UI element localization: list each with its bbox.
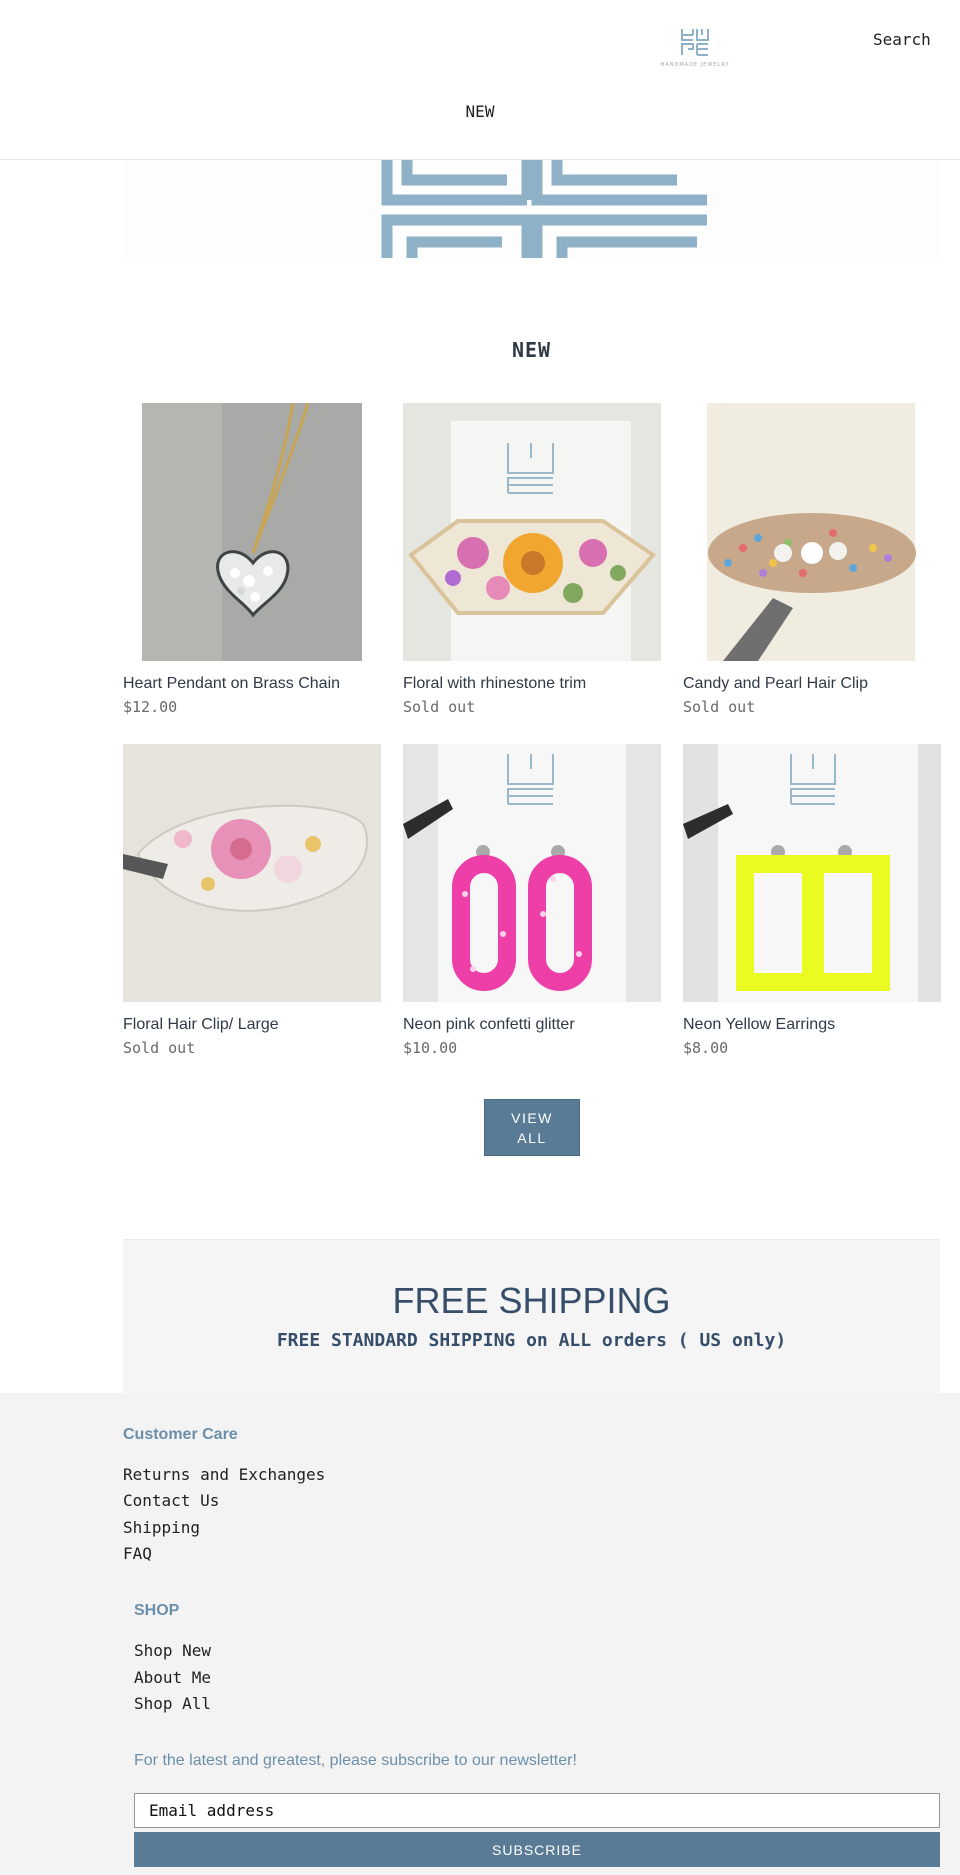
product-card[interactable]: Floral with rhinestone trim Sold out xyxy=(403,403,661,716)
footer-link-about-me[interactable]: About Me xyxy=(134,1668,211,1687)
product-image xyxy=(683,403,941,661)
free-shipping-banner: FREE SHIPPING FREE STANDARD SHIPPING on … xyxy=(123,1239,940,1393)
product-title: Heart Pendant on Brass Chain xyxy=(123,675,341,692)
product-price: Sold out xyxy=(683,698,756,716)
free-shipping-title: FREE SHIPPING xyxy=(392,1280,671,1321)
search-link[interactable]: Search xyxy=(873,30,931,49)
product-card[interactable]: Neon Yellow Earrings $8.00 xyxy=(683,744,941,1057)
product-price: $8.00 xyxy=(683,1039,729,1057)
product-title: Candy and Pearl Hair Clip xyxy=(683,675,868,692)
newsletter-text: For the latest and greatest, please subs… xyxy=(134,1752,577,1769)
email-field[interactable] xyxy=(134,1793,940,1828)
logo-mark-icon xyxy=(681,29,709,56)
product-title: Neon Yellow Earrings xyxy=(683,1016,836,1033)
product-image xyxy=(403,744,661,1002)
footer-heading-customer-care: Customer Care xyxy=(123,1426,238,1443)
hero-banner xyxy=(123,160,940,258)
product-image xyxy=(123,403,381,661)
view-all-button[interactable]: VIEW ALL xyxy=(484,1099,580,1156)
footer-link-returns[interactable]: Returns and Exchanges xyxy=(123,1465,325,1484)
footer-link-contact[interactable]: Contact Us xyxy=(123,1491,219,1510)
product-card[interactable]: Neon pink confetti glitter $10.00 xyxy=(403,744,661,1057)
product-card[interactable]: Heart Pendant on Brass Chain $12.00 xyxy=(123,403,381,716)
product-card[interactable]: Candy and Pearl Hair Clip Sold out xyxy=(683,403,941,716)
site-logo[interactable]: HANDMADE JEWELRY xyxy=(660,26,730,74)
site-header: HANDMADE JEWELRY Search NEW xyxy=(0,0,960,160)
hero-logo-pattern xyxy=(381,160,707,258)
product-price: $12.00 xyxy=(123,698,178,716)
product-image xyxy=(683,744,941,1002)
product-price: Sold out xyxy=(123,1039,196,1057)
view-all-label-line1: VIEW xyxy=(511,1110,553,1126)
free-shipping-subtitle: FREE STANDARD SHIPPING on ALL orders ( U… xyxy=(276,1330,787,1351)
product-title: Neon pink confetti glitter xyxy=(403,1016,575,1033)
footer-link-shop-all[interactable]: Shop All xyxy=(134,1694,211,1713)
product-price: $10.00 xyxy=(403,1039,458,1057)
nav-item-new[interactable]: NEW xyxy=(0,102,960,121)
collection-title: NEW xyxy=(511,338,552,362)
product-image xyxy=(403,403,661,661)
footer-link-shipping[interactable]: Shipping xyxy=(123,1518,200,1537)
subscribe-button[interactable]: SUBSCRIBE xyxy=(134,1832,940,1867)
footer-link-faq[interactable]: FAQ xyxy=(123,1544,152,1563)
logo-tagline: HANDMADE JEWELRY xyxy=(660,62,730,68)
footer-link-shop-new[interactable]: Shop New xyxy=(134,1641,211,1660)
view-all-label-line2: ALL xyxy=(517,1130,547,1146)
product-title: Floral with rhinestone trim xyxy=(403,675,587,692)
product-image xyxy=(123,744,381,1002)
footer-heading-shop: SHOP xyxy=(134,1602,180,1619)
product-title: Floral Hair Clip/ Large xyxy=(123,1016,279,1033)
product-card[interactable]: Floral Hair Clip/ Large Sold out xyxy=(123,744,381,1057)
product-price: Sold out xyxy=(403,698,476,716)
